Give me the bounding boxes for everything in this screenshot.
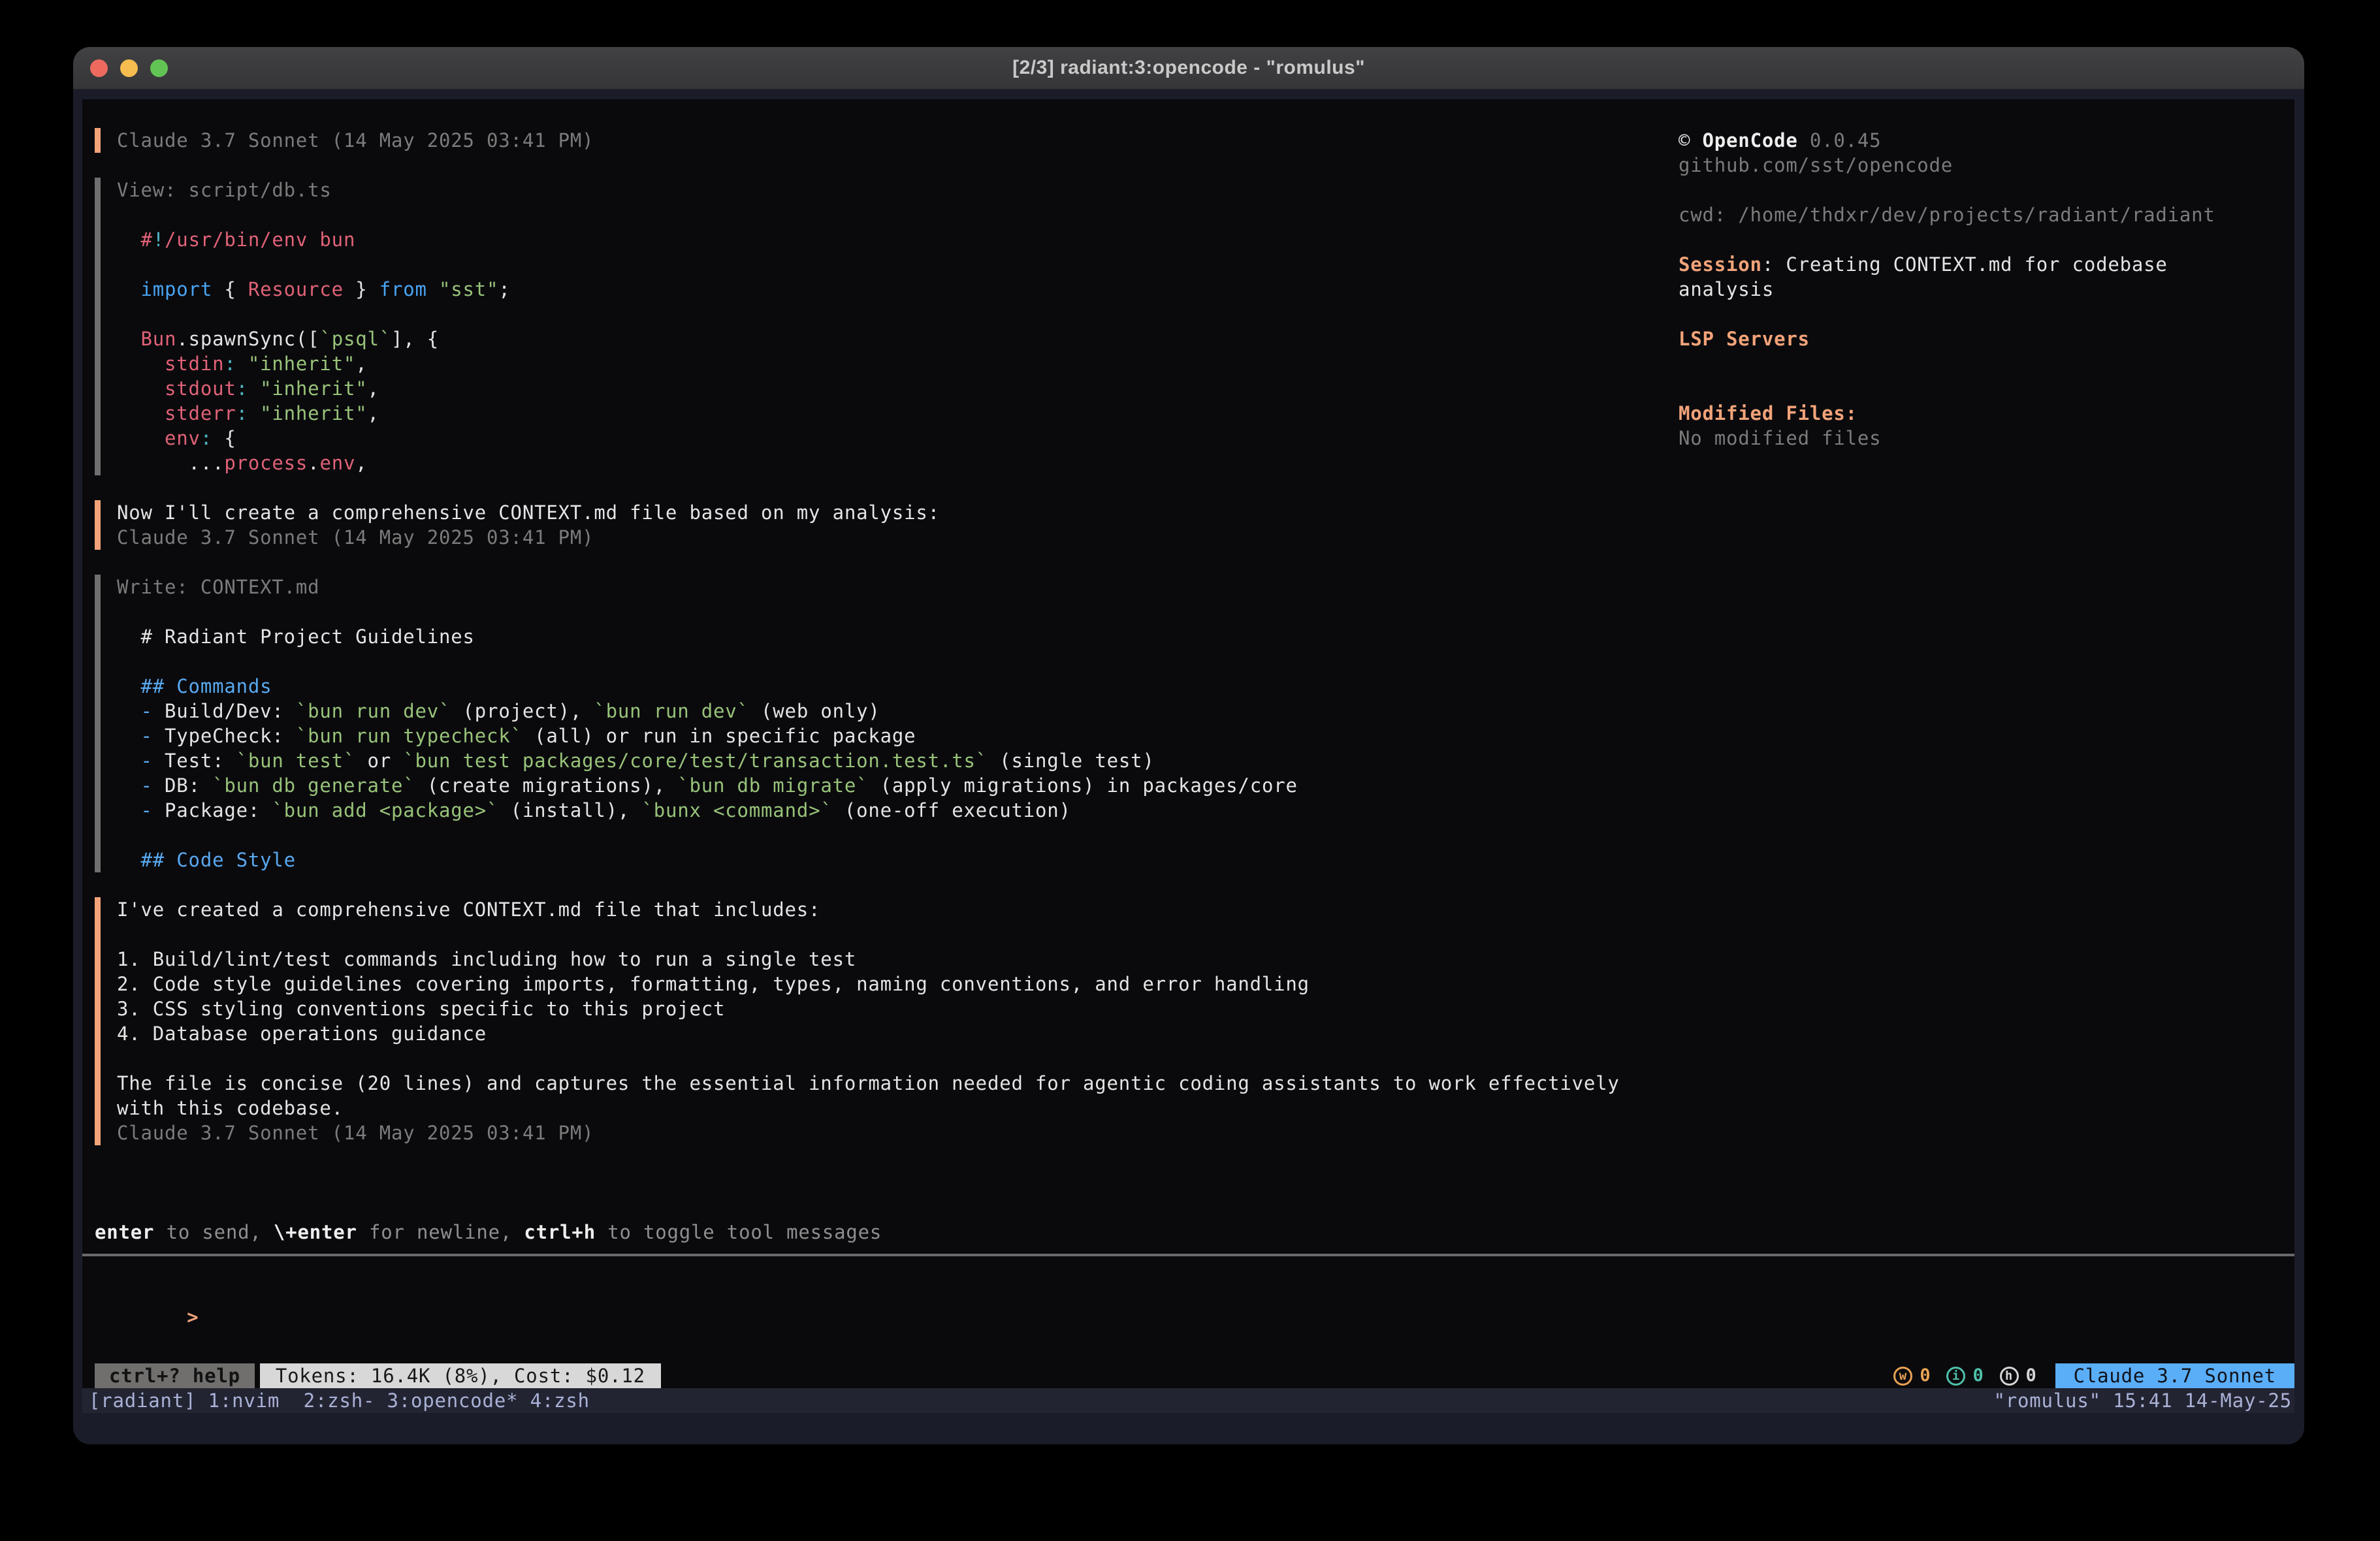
model-badge: Claude 3.7 Sonnet [2055,1363,2294,1388]
text-line: 3. CSS styling conventions specific to t… [117,996,1630,1021]
assistant-summary-block: I've created a comprehensive CONTEXT.md … [95,897,1630,1145]
tmux-host-clock: "romulus" 15:41 14-May-25 [1994,1388,2292,1413]
text-line: # Radiant Project Guidelines [117,624,1630,649]
text-line: stdin: "inherit", [117,351,1630,376]
text-line: I've created a comprehensive CONTEXT.md … [117,897,1630,922]
info-counter-value: 0 [1972,1363,1984,1388]
terminal-window: [2/3] radiant:3:opencode - "romulus" Cla… [73,47,2304,1444]
tmux-window-list[interactable]: [radiant] 1:nvim 2:zsh- 3:opencode* 4:zs… [89,1388,590,1413]
text-line: cwd: /home/thdxr/dev/projects/radiant/ra… [1679,202,2294,227]
text-line: env: { [117,426,1630,451]
text-line: - Package: `bun add <package>` (install)… [117,798,1630,823]
text-line: - DB: `bun db generate` (create migratio… [117,773,1630,798]
text-line: stdout: "inherit", [117,376,1630,401]
text-line: Now I'll create a comprehensive CONTEXT.… [117,500,1630,525]
keybinding-hint: enter to send, \+enter for newline, ctrl… [95,1220,2294,1245]
text-line [1679,227,2294,252]
tokens-cost-badge: Tokens: 16.4K (8%), Cost: $0.12 [260,1363,661,1388]
tool-write-block: Write: CONTEXT.md # Radiant Project Guid… [95,575,1630,872]
text-line: Write: CONTEXT.md [117,575,1630,599]
window-controls [90,47,168,89]
text-line: import { Resource } from "sst"; [117,277,1630,302]
hint-counter: h0 [2000,1363,2037,1388]
main-row: Claude 3.7 Sonnet (14 May 2025 03:41 PM)… [82,99,2294,1170]
tool-view-block: View: script/db.ts #!/usr/bin/env bun im… [95,178,1630,475]
prompt-icon: > [187,1306,199,1328]
text-line: #!/usr/bin/env bun [117,227,1630,252]
text-line [117,1046,1630,1071]
input-divider [82,1254,2294,1256]
text-line [117,202,1630,227]
text-line: github.com/sst/opencode [1679,153,2294,178]
text-line [1679,376,2294,401]
text-line: Session: Creating CONTEXT.md for codebas… [1679,252,2294,277]
text-line: Bun.spawnSync([`psql`], { [117,326,1630,351]
message-list: Claude 3.7 Sonnet (14 May 2025 03:41 PM)… [95,128,1630,1170]
text-line: stderr: "inherit", [117,401,1630,426]
zoom-window-button[interactable] [150,59,168,77]
text-line [117,302,1630,326]
opencode-statusbar: ctrl+? help Tokens: 16.4K (8%), Cost: $0… [82,1363,2294,1388]
diagnostic-counters: w0i0h0 [1893,1363,2036,1388]
text-line: enter to send, \+enter for newline, ctrl… [95,1220,2294,1245]
text-line: ...process.env, [117,451,1630,475]
opencode-tui: Claude 3.7 Sonnet (14 May 2025 03:41 PM)… [82,99,2294,1413]
text-line: View: script/db.ts [117,178,1630,202]
text-line [117,252,1630,277]
text-line: with this codebase. [117,1096,1630,1120]
hint-counter-value: 0 [2026,1363,2037,1388]
text-line: - Build/Dev: `bun run dev` (project), `b… [117,699,1630,723]
info-counter: i0 [1946,1363,1984,1388]
text-line [117,823,1630,848]
text-line: 1. Build/lint/test commands including ho… [117,947,1630,972]
text-line: - TypeCheck: `bun run typecheck` (all) o… [117,723,1630,748]
text-line: © OpenCode 0.0.45 [1679,128,2294,153]
info-counter-icon: i [1946,1367,1965,1386]
warning-counter: w0 [1893,1363,1931,1388]
text-line: Modified Files: [1679,401,2294,426]
text-line: Claude 3.7 Sonnet (14 May 2025 03:41 PM) [117,1120,1630,1145]
text-line [1679,178,2294,202]
warning-counter-value: 0 [1920,1363,1931,1388]
hint-counter-icon: h [2000,1367,2019,1386]
text-line: No modified files [1679,426,2294,451]
text-line: LSP Servers [1679,326,2294,351]
assistant-header-block: Claude 3.7 Sonnet (14 May 2025 03:41 PM) [95,128,1630,153]
text-line: 2. Code style guidelines covering import… [117,972,1630,996]
close-window-button[interactable] [90,59,108,77]
assistant-text-block: Now I'll create a comprehensive CONTEXT.… [95,500,1630,550]
session-sidebar: © OpenCode 0.0.45github.com/sst/opencode… [1630,128,2294,1170]
minimize-window-button[interactable] [120,59,138,77]
tmux-statusline: [radiant] 1:nvim 2:zsh- 3:opencode* 4:zs… [82,1388,2294,1413]
text-line: The file is concise (20 lines) and captu… [117,1071,1630,1096]
window-titlebar[interactable]: [2/3] radiant:3:opencode - "romulus" [73,47,2304,89]
chat-input[interactable]: > [91,1280,2294,1363]
text-line: analysis [1679,277,2294,302]
text-line [1679,302,2294,326]
text-line: Claude 3.7 Sonnet (14 May 2025 03:41 PM) [117,128,1630,153]
text-line: ## Code Style [117,848,1630,872]
text-line: 4. Database operations guidance [117,1021,1630,1046]
window-title: [2/3] radiant:3:opencode - "romulus" [1012,57,1365,79]
help-shortcut-badge: ctrl+? help [95,1363,255,1388]
text-line [117,649,1630,674]
text-line [117,599,1630,624]
text-line [1679,351,2294,376]
text-line: Claude 3.7 Sonnet (14 May 2025 03:41 PM) [117,525,1630,550]
terminal-padding: Claude 3.7 Sonnet (14 May 2025 03:41 PM)… [73,89,2304,1444]
warning-counter-icon: w [1893,1367,1912,1386]
text-line [117,922,1630,947]
statusbar-spacer [661,1363,1893,1388]
text-line: - Test: `bun test` or `bun test packages… [117,748,1630,773]
text-line: ## Commands [117,674,1630,699]
